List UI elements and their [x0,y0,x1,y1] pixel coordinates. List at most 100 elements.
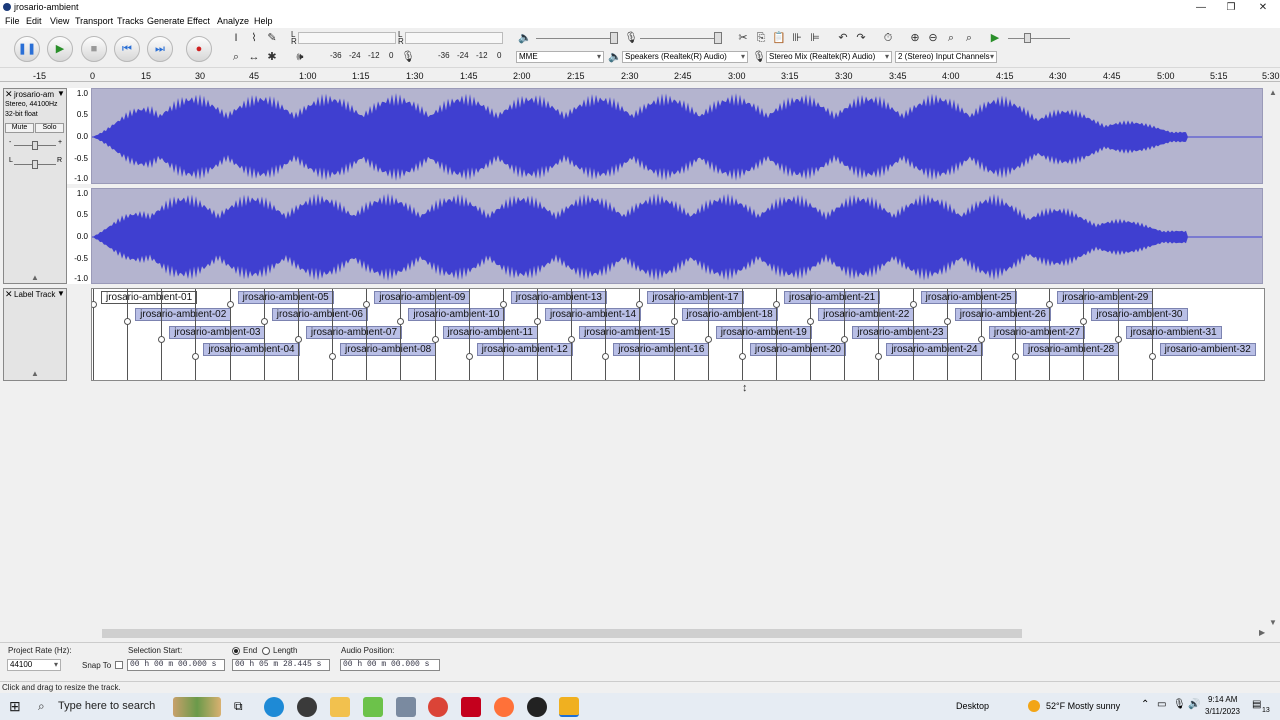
label-handle[interactable] [124,318,132,326]
label-marker-line[interactable] [195,289,197,380]
menu-generate[interactable]: Generate [147,16,185,26]
timeline-ruler[interactable]: -15 0 15 30 45 1:00 1:15 1:30 1:45 2:00 … [0,68,1280,82]
label-item[interactable]: jrosario-ambient-29 [1057,291,1154,304]
playback-volume-thumb[interactable] [610,32,618,44]
label-marker-line[interactable] [1083,289,1085,380]
pause-button[interactable]: ❚❚ [14,36,40,62]
recording-volume-thumb[interactable] [714,32,722,44]
zoom-tool-icon[interactable]: ⌕ [229,50,243,64]
fit-selection-icon[interactable]: ⌕ [944,31,958,45]
label-item[interactable]: jrosario-ambient-22 [818,308,915,322]
label-handle[interactable] [977,335,985,343]
playback-meter[interactable] [405,32,503,44]
label-handle[interactable] [670,318,678,326]
label-item[interactable]: jrosario-ambient-09 [374,291,471,304]
track-menu-chevron-icon[interactable]: ▼ [57,89,65,98]
label-marker-line[interactable] [741,289,743,380]
label-item[interactable]: jrosario-ambient-07 [305,325,403,339]
fit-project-icon[interactable]: ⌕ [962,31,976,45]
horizontal-scrollbar[interactable] [92,628,1268,639]
label-item[interactable]: jrosario-ambient-28 [1023,342,1120,356]
label-item[interactable]: jrosario-ambient-17 [647,291,744,304]
label-item[interactable]: jrosario-ambient-04 [203,342,300,356]
label-handle[interactable] [397,318,405,326]
label-handle[interactable] [1114,335,1122,343]
label-handle[interactable] [363,301,371,308]
label-marker-line[interactable] [468,289,470,380]
project-rate-select[interactable]: 44100 [7,659,61,671]
label-handle[interactable] [499,301,507,308]
collapse-label-track-icon[interactable]: ▲ [31,369,39,378]
skip-end-button[interactable]: ⏭ [147,36,173,62]
envelope-tool-icon[interactable]: ⌇ [247,31,261,45]
channel-1-scale[interactable]: 1.0 0.5 0.0 -0.5 -1.0 [67,88,91,184]
label-handle[interactable] [192,352,200,360]
scroll-up-icon[interactable]: ▲ [1269,88,1277,97]
menu-effect[interactable]: Effect [187,16,210,26]
menu-edit[interactable]: Edit [26,16,42,26]
close-button[interactable]: ✕ [1248,0,1278,15]
file-explorer-icon[interactable] [330,697,350,717]
label-handle[interactable] [294,335,302,343]
play-button[interactable]: ▶ [47,36,73,62]
microphone-meter-icon[interactable]: 🎙 [401,50,415,64]
tray-chevron-icon[interactable]: ⌃ [1141,699,1149,710]
label-item[interactable]: jrosario-ambient-19 [715,325,812,339]
label-handle[interactable] [704,335,712,343]
play-at-speed-icon[interactable]: ▶ [988,31,1002,45]
firefox-icon[interactable] [494,697,514,717]
label-marker-line[interactable] [263,289,265,380]
recording-device-select[interactable]: Stereo Mix (Realtek(R) Audio) [766,51,892,63]
audio-app-icon[interactable] [461,697,481,717]
record-meter-icon[interactable]: 🕪 [293,50,307,64]
snap-to-checkbox[interactable] [115,661,123,669]
pan-slider-thumb[interactable] [32,160,38,169]
playback-volume-slider[interactable] [536,38,616,39]
mute-button[interactable]: Mute [5,123,34,133]
edge-icon[interactable] [264,697,284,717]
label-marker-line[interactable] [400,289,402,380]
label-handle[interactable] [807,318,815,326]
timeshift-tool-icon[interactable]: ↔ [247,50,261,64]
windows-start-icon[interactable]: ⊞ [9,698,21,715]
label-handle[interactable] [260,318,268,326]
label-track-area[interactable]: jrosario-ambient-01 jrosario-ambient-02 jr… [91,288,1265,381]
label-track-panel[interactable]: ✕ Label Track ▼ ▲ [3,288,67,381]
label-item[interactable]: jrosario-ambient-12 [476,342,573,356]
label-item[interactable]: jrosario-ambient-06 [271,308,368,322]
label-marker-line[interactable] [1015,289,1017,380]
label-item[interactable]: jrosario-ambient-08 [340,342,437,356]
maximize-button[interactable]: ❐ [1216,0,1246,15]
copy-icon[interactable]: ⎘ [754,31,768,45]
record-meter[interactable] [298,32,396,44]
label-item[interactable]: jrosario-ambient-30 [1091,308,1188,322]
skip-start-button[interactable]: ⏮ [114,36,140,62]
desktop-label[interactable]: Desktop [956,701,989,711]
menu-view[interactable]: View [50,16,69,26]
label-handle[interactable] [841,335,849,343]
network-icon[interactable]: ▭ [1157,699,1166,710]
label-marker-line[interactable] [946,289,948,380]
label-item[interactable]: jrosario-ambient-25 [920,291,1017,304]
audio-track-panel[interactable]: ✕ jrosario-am ▼ Stereo, 44100Hz 32-bit f… [3,88,67,284]
label-item[interactable]: jrosario-ambient-18 [681,308,778,322]
label-marker-line[interactable] [878,289,880,380]
label-item[interactable]: jrosario-ambient-01 [101,291,198,304]
dell-icon[interactable] [297,697,317,717]
task-view-icon[interactable]: ⧉ [234,699,243,714]
label-item[interactable]: jrosario-ambient-31 [1125,325,1222,339]
label-item[interactable]: jrosario-ambient-13 [510,291,607,304]
label-item[interactable]: jrosario-ambient-23 [852,325,949,339]
menu-analyze[interactable]: Analyze [217,16,249,26]
label-marker-line[interactable] [536,289,538,380]
label-handle[interactable] [431,335,439,343]
host-select[interactable]: MME [516,51,604,63]
label-track-name[interactable]: Label Track [14,290,55,299]
label-handle[interactable] [602,352,610,360]
channel-2-scale[interactable]: 1.0 0.5 0.0 -0.5 -1.0 [67,188,91,284]
label-item[interactable]: jrosario-ambient-16 [613,342,710,356]
label-handle[interactable] [92,301,97,308]
search-highlight-icon[interactable] [173,697,221,717]
label-handle[interactable] [1148,352,1156,360]
stop-button[interactable]: ■ [81,36,107,62]
